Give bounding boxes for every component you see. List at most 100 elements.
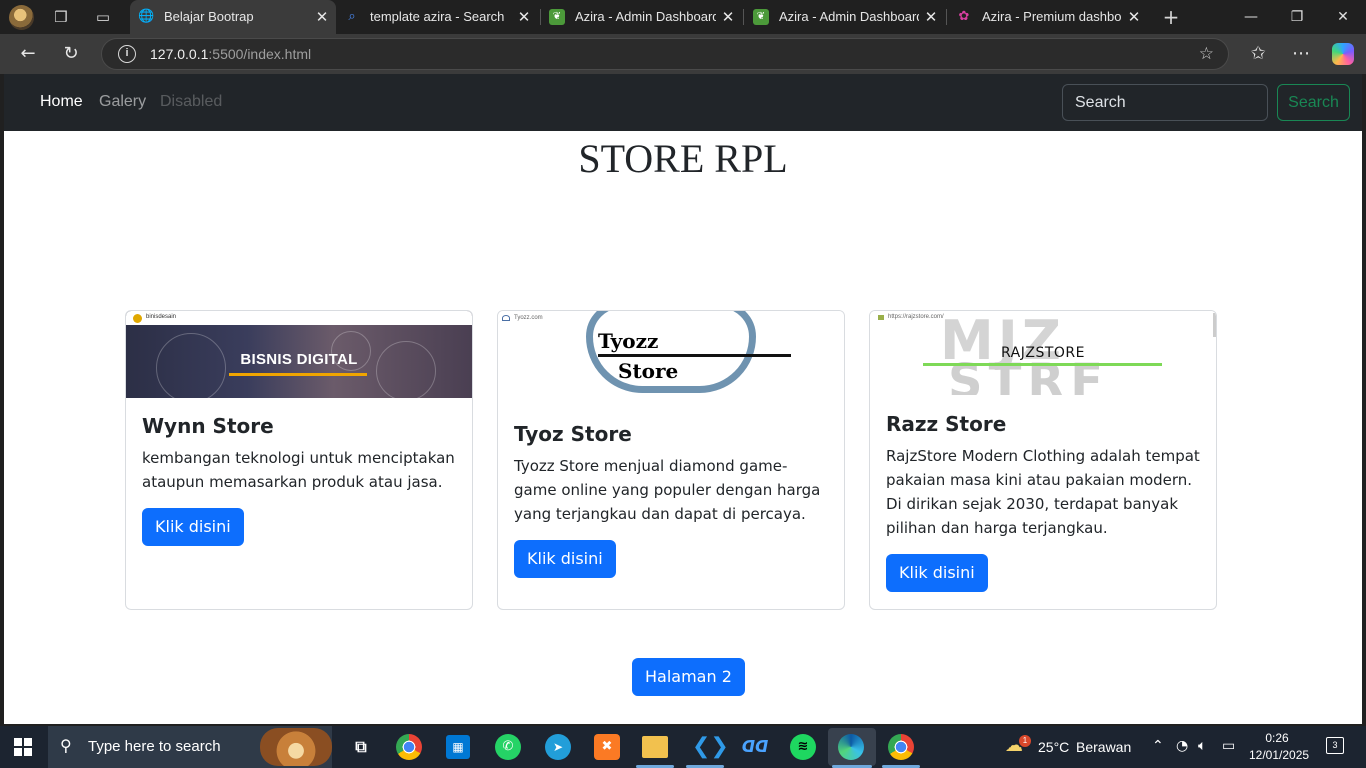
- taskbar-search[interactable]: ⚲ Type here to search: [48, 726, 332, 768]
- azira-premium-icon: ✿: [958, 9, 970, 24]
- tab-azira-admin-2[interactable]: ❦ Azira - Admin Dashboard H ✕: [745, 0, 945, 34]
- file-explorer-icon[interactable]: [642, 736, 668, 758]
- wifi-icon[interactable]: ◔: [1176, 738, 1188, 754]
- taskbar-search-placeholder: Type here to search: [88, 738, 221, 755]
- address-bar[interactable]: i 127.0.0.1:5500/index.html ☆: [101, 38, 1229, 70]
- weather-badge: 1: [1019, 735, 1031, 747]
- taskbar: ⚲ Type here to search ⧉ ▦ ✆ ➤ ✖ ❮❯ ᗡᗡ ≋ …: [0, 726, 1366, 768]
- favorite-star-icon[interactable]: ☆: [1199, 39, 1214, 69]
- nav-home[interactable]: Home: [40, 92, 83, 112]
- close-tab-icon[interactable]: ✕: [720, 0, 736, 34]
- nav-disabled: Disabled: [160, 93, 223, 110]
- azira-leaf-icon: ❦: [549, 9, 565, 25]
- store-icon[interactable]: ▦: [446, 735, 470, 759]
- image-site-text: Tyozz.com: [514, 315, 543, 321]
- volume-icon[interactable]: 🔈︎: [1198, 738, 1206, 754]
- restore-icon[interactable]: ❐: [1274, 0, 1320, 34]
- vscode-icon[interactable]: ❮❯: [692, 732, 729, 762]
- address-bar-row: ← ↻ i 127.0.0.1:5500/index.html ☆ ✩ ⋯: [0, 34, 1366, 74]
- tab-belajar-bootrap[interactable]: 🌐 Belajar Bootrap ✕: [130, 0, 336, 34]
- search-icon: ⚲: [60, 736, 72, 755]
- browser-tab-strip: ❒ ▭ 🌐 Belajar Bootrap ✕ ⌕ template azira…: [0, 0, 1366, 34]
- card-image-bisnis-digital: binisdesain BISNIS DIGITAL: [126, 311, 472, 398]
- page-title: STORE RPL: [578, 136, 788, 181]
- card-image-tyozz: Tyozz.com Tyozz Store: [498, 311, 844, 399]
- image-site-text: binisdesain: [146, 314, 177, 320]
- klik-disini-button[interactable]: Klik disini: [886, 554, 988, 592]
- xampp-icon[interactable]: ✖: [594, 734, 620, 760]
- telegram-icon[interactable]: ➤: [545, 734, 571, 760]
- vertical-tabs-icon[interactable]: ▭: [93, 7, 113, 27]
- search-button[interactable]: Search: [1277, 84, 1350, 121]
- back-arrow-icon[interactable]: ←: [13, 40, 43, 68]
- search-input[interactable]: Search: [1062, 84, 1268, 121]
- workspaces-icon[interactable]: ❒: [51, 7, 71, 27]
- app-icon[interactable]: ᗡᗡ: [740, 732, 770, 762]
- notification-center-icon[interactable]: 3: [1326, 737, 1344, 754]
- chrome-icon[interactable]: [396, 734, 422, 760]
- favorites-icon[interactable]: ✩: [1243, 40, 1273, 68]
- url-text[interactable]: 127.0.0.1:5500/index.html: [150, 39, 311, 69]
- close-tab-icon[interactable]: ✕: [1126, 0, 1142, 34]
- site-logo-icon: [133, 314, 142, 323]
- page-viewport: Home Galery Disabled Search Search STORE…: [4, 74, 1362, 724]
- edge-icon[interactable]: [838, 734, 864, 760]
- card-body: Wynn Store kembangan teknologi untuk men…: [142, 414, 456, 546]
- image-topbar: [126, 311, 472, 325]
- card-body: Tyoz Store Tyozz Store menjual diamond g…: [514, 422, 828, 578]
- store-card-razz: MJZ STRF https://rajzstore.com/ RAJZSTOR…: [869, 310, 1217, 610]
- tab-azira-admin-1[interactable]: ❦ Azira - Admin Dashboard H ✕: [541, 0, 742, 34]
- image-brand-line2: Store: [618, 359, 679, 383]
- card-text: Tyozz Store menjual diamond game-game on…: [514, 457, 821, 523]
- tab-azira-premium[interactable]: ✿ Azira - Premium dashboard ✕: [948, 0, 1148, 34]
- clock[interactable]: 0:26 12/01/2025: [1249, 730, 1309, 764]
- more-menu-icon[interactable]: ⋯: [1286, 40, 1316, 68]
- new-tab-icon[interactable]: +: [1161, 7, 1181, 27]
- globe-icon: 🌐: [138, 9, 155, 24]
- site-favicon-icon: [878, 315, 884, 320]
- refresh-icon[interactable]: ↻: [56, 40, 86, 68]
- weather-temperature[interactable]: 25°C: [1038, 726, 1069, 768]
- minimize-icon[interactable]: —: [1228, 0, 1274, 34]
- tab-title: Azira - Admin Dashboard H: [779, 9, 919, 24]
- tab-separator: [743, 9, 744, 25]
- halaman-2-button[interactable]: Halaman 2: [632, 658, 745, 696]
- copilot-icon[interactable]: [1332, 43, 1354, 65]
- image-divider: [598, 354, 791, 357]
- site-info-icon[interactable]: i: [118, 45, 136, 63]
- image-green-line: [923, 363, 1162, 366]
- spotify-icon[interactable]: ≋: [790, 734, 816, 760]
- card-title: Razz Store: [886, 412, 1007, 436]
- image-underline: [229, 373, 367, 376]
- chrome-icon[interactable]: [888, 734, 914, 760]
- card-title: Wynn Store: [142, 414, 274, 438]
- close-tab-icon[interactable]: ✕: [516, 0, 532, 34]
- azira-leaf-icon: ❦: [753, 9, 769, 25]
- windows-start-icon[interactable]: [14, 738, 32, 756]
- site-favicon-icon: [502, 315, 510, 321]
- battery-icon[interactable]: ▭: [1222, 738, 1235, 754]
- profile-avatar[interactable]: [9, 5, 34, 30]
- chevron-up-icon[interactable]: ⌃: [1152, 738, 1164, 754]
- tab-template-azira[interactable]: ⌕ template azira - Search ✕: [336, 0, 538, 34]
- klik-disini-button[interactable]: Klik disini: [142, 508, 244, 546]
- card-body: Razz Store RajzStore Modern Clothing ada…: [886, 412, 1200, 592]
- close-tab-icon[interactable]: ✕: [923, 0, 939, 34]
- card-title: Tyoz Store: [514, 422, 632, 446]
- card-image-rajzstore: MJZ STRF https://rajzstore.com/ RAJZSTOR…: [870, 311, 1216, 395]
- close-window-icon[interactable]: ✕: [1320, 0, 1366, 34]
- nav-galery[interactable]: Galery: [99, 92, 146, 112]
- navbar: Home Galery Disabled Search Search: [4, 74, 1362, 131]
- search-highlight-image: [260, 728, 332, 766]
- decor-circle: [376, 341, 436, 398]
- task-view-icon[interactable]: ⧉: [346, 732, 376, 762]
- tab-separator: [946, 9, 947, 25]
- image-site-text: https://rajzstore.com/: [888, 314, 944, 320]
- close-tab-icon[interactable]: ✕: [314, 0, 330, 34]
- whatsapp-icon[interactable]: ✆: [495, 734, 521, 760]
- search-icon: ⌕: [348, 9, 356, 24]
- tab-title: Azira - Admin Dashboard H: [575, 9, 716, 24]
- klik-disini-button[interactable]: Klik disini: [514, 540, 616, 578]
- weather-description[interactable]: Berawan: [1076, 726, 1131, 768]
- image-headline: BISNIS DIGITAL: [240, 351, 358, 368]
